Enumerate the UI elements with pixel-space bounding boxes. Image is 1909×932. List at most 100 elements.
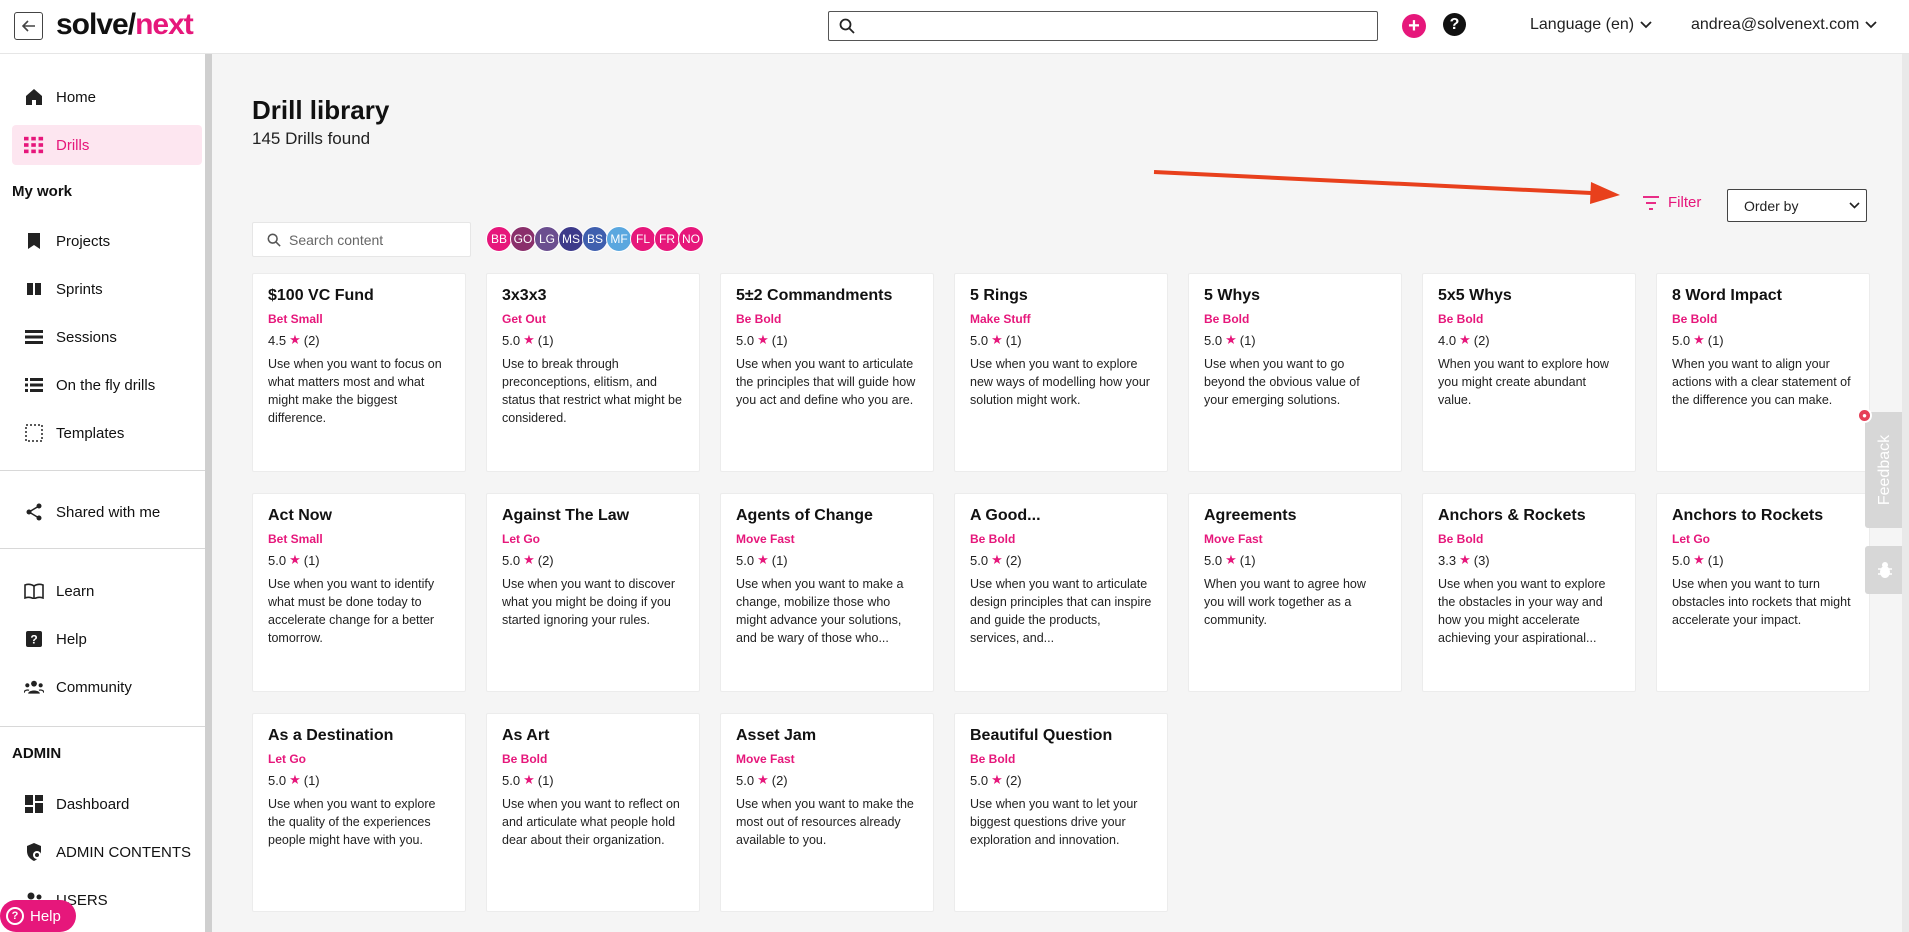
rating-value: 5.0 [1672, 332, 1691, 348]
sidebar-item-drills[interactable]: Drills [12, 125, 202, 165]
drill-rating: 4.0 ★ (2) [1438, 332, 1620, 348]
drill-card[interactable]: Anchors to Rockets Let Go 5.0 ★ (1) Use when … [1656, 493, 1870, 692]
user-menu[interactable]: andrea@solvenext.com [1691, 16, 1877, 34]
drill-category: Make Stuff [970, 312, 1031, 326]
sidebar-item-home[interactable]: Home [12, 77, 202, 117]
sidebar-item-sessions[interactable]: Sessions [12, 317, 202, 357]
drill-card[interactable]: As Art Be Bold 5.0 ★ (1) Use when you want to… [486, 713, 700, 912]
drill-title: Act Now [268, 507, 332, 524]
results-count: 145 Drills found [252, 129, 371, 148]
drill-rating: 3.3 ★ (3) [1438, 552, 1620, 568]
add-button[interactable]: + [1402, 14, 1426, 38]
language-selector[interactable]: Language (en) [1530, 16, 1652, 34]
sidebar-item-dashboard[interactable]: Dashboard [12, 784, 202, 824]
drill-card[interactable]: As a Destination Let Go 5.0 ★ (1) Use when yo… [252, 713, 466, 912]
category-avatar[interactable]: FL [630, 226, 656, 252]
sidebar-item-label: Sessions [56, 328, 117, 346]
sidebar-item-templates[interactable]: Templates [12, 413, 202, 453]
order-by-select[interactable]: Order by [1727, 189, 1867, 222]
category-avatar[interactable]: GO [510, 226, 536, 252]
star-icon: ★ [1693, 552, 1705, 567]
rating-value: 5.0 [970, 552, 989, 568]
drill-card[interactable]: 5 Whys Be Bold 5.0 ★ (1) Use when you want to… [1188, 273, 1402, 472]
drill-card[interactable]: 5x5 Whys Be Bold 4.0 ★ (2) When you want to e… [1422, 273, 1636, 472]
content-search-input[interactable]: Search content [252, 222, 471, 257]
sidebar-item-label: Shared with me [56, 503, 161, 521]
drill-category: Let Go [1672, 532, 1710, 546]
help-floating-button[interactable]: ? Help [0, 900, 76, 932]
category-avatar[interactable]: FR [654, 226, 680, 252]
drill-description: Use when you want to explore new ways of… [970, 357, 1150, 407]
arrow-left-icon [21, 20, 35, 32]
drill-title: A Good... [970, 507, 1041, 524]
drill-title: As a Destination [268, 727, 394, 744]
drill-card[interactable]: Anchors & Rockets Be Bold 3.3 ★ (3) Use when … [1422, 493, 1636, 692]
sidebar-item-community[interactable]: Community [12, 667, 202, 707]
sidebar-item-shared-with-me[interactable]: Shared with me [12, 492, 202, 532]
bug-report-tab[interactable] [1865, 546, 1905, 594]
drill-rating: 5.0 ★ (1) [736, 552, 918, 568]
rating-value: 5.0 [502, 552, 521, 568]
category-avatar[interactable]: BS [582, 226, 608, 252]
category-avatar[interactable]: MF [606, 226, 632, 252]
sidebar-item-help[interactable]: ? Help [12, 619, 202, 659]
drill-description: When you want to agree how you will work… [1204, 577, 1366, 627]
drill-card[interactable]: 5±2 Commandments Be Bold 5.0 ★ (1) Use when y… [720, 273, 934, 472]
content-search-placeholder: Search content [289, 231, 384, 248]
rating-count: (1) [1239, 552, 1256, 568]
page-scrollbar[interactable] [1902, 54, 1909, 932]
drill-card[interactable]: 5 Rings Make Stuff 5.0 ★ (1) Use when you wan… [954, 273, 1168, 472]
drill-card[interactable]: 8 Word Impact Be Bold 5.0 ★ (1) When you want… [1656, 273, 1870, 472]
drill-category: Move Fast [1204, 532, 1263, 546]
drill-card[interactable]: $100 VC Fund Bet Small 4.5 ★ (2) Use when you… [252, 273, 466, 472]
sidebar-item-label: Help [56, 630, 87, 648]
category-avatar[interactable]: MS [558, 226, 584, 252]
category-avatar[interactable]: NO [678, 226, 704, 252]
star-icon: ★ [289, 552, 301, 567]
drill-card[interactable]: Act Now Bet Small 5.0 ★ (1) Use when you want… [252, 493, 466, 692]
star-icon: ★ [757, 332, 769, 347]
category-avatar[interactable]: LG [534, 226, 560, 252]
sidebar-divider [0, 548, 205, 549]
drill-category: Be Bold [1438, 312, 1484, 326]
star-icon: ★ [523, 332, 535, 347]
drill-description: Use when you want to discover what you m… [502, 577, 676, 627]
drill-description: Use when you want to explore the obstacl… [1438, 577, 1606, 645]
sidebar-item-learn[interactable]: Learn [12, 571, 202, 611]
drill-rating: 5.0 ★ (2) [736, 772, 918, 788]
drill-card[interactable]: Beautiful Question Be Bold 5.0 ★ (2) Use when… [954, 713, 1168, 912]
sidebar-item-sprints[interactable]: Sprints [12, 269, 202, 309]
drill-description: Use when you want to make a change, mobi… [736, 577, 904, 645]
rating-value: 5.0 [970, 332, 989, 348]
drill-category: Be Bold [1672, 312, 1718, 326]
category-avatar[interactable]: BB [486, 226, 512, 252]
sidebar-item-admin-contents[interactable]: ADMIN CONTENTS [12, 832, 202, 872]
drill-title: $100 VC Fund [268, 287, 374, 304]
drill-card[interactable]: Against The Law Let Go 5.0 ★ (2) Use when you… [486, 493, 700, 692]
drill-rating: 5.0 ★ (2) [502, 552, 684, 568]
drill-card[interactable]: 3x3x3 Get Out 5.0 ★ (1) Use to break through … [486, 273, 700, 472]
rating-count: (2) [1005, 772, 1022, 788]
drill-rating: 5.0 ★ (2) [970, 552, 1152, 568]
drill-category: Move Fast [736, 532, 795, 546]
rating-count: (1) [537, 332, 554, 348]
feedback-tab[interactable]: Feedback [1865, 412, 1905, 528]
logo-text-part1: solve/ [56, 8, 136, 41]
drill-card[interactable]: Agreements Move Fast 5.0 ★ (1) When you want … [1188, 493, 1402, 692]
help-button[interactable]: ? [1443, 13, 1466, 36]
filter-label: Filter [1668, 194, 1702, 211]
sidebar-item-on-the-fly-drills[interactable]: On the fly drills [12, 365, 202, 405]
category-avatars: BB GO LG MS BS MF FL FR NO [486, 226, 704, 252]
drill-rating: 5.0 ★ (1) [268, 772, 450, 788]
filter-button[interactable]: Filter [1642, 194, 1701, 211]
drill-card[interactable]: A Good... Be Bold 5.0 ★ (2) Use when you want… [954, 493, 1168, 692]
sidebar-item-projects[interactable]: Projects [12, 221, 202, 261]
logo[interactable]: solve/next [56, 8, 194, 42]
drill-card[interactable]: Asset Jam Move Fast 5.0 ★ (2) Use when you wa… [720, 713, 934, 912]
back-button[interactable] [14, 12, 43, 40]
drill-description: Use when you want to go beyond the obvio… [1204, 357, 1360, 407]
drill-category: Bet Small [268, 532, 323, 546]
drill-rating: 5.0 ★ (1) [502, 332, 684, 348]
global-search-input[interactable] [828, 11, 1378, 41]
drill-card[interactable]: Agents of Change Move Fast 5.0 ★ (1) Use when… [720, 493, 934, 692]
